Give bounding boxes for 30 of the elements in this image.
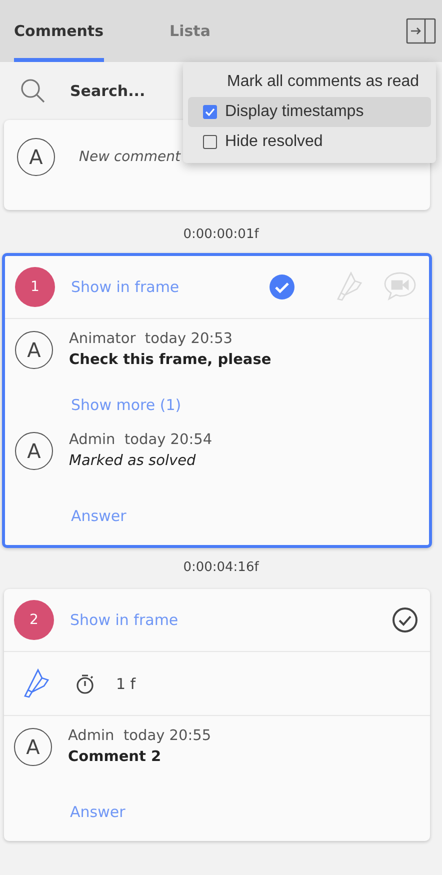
resolve-check-icon[interactable] xyxy=(392,607,418,633)
resolved-check-icon[interactable] xyxy=(269,274,295,300)
comment-meta: Admin today 20:55 xyxy=(68,728,212,744)
menu-item[interactable]: Display timestamps xyxy=(188,97,431,127)
comment-card[interactable]: 1 Show in frame A Animator today 20:53 Check this frame, please Show more (1) A Admin today 20:54 Marked as solved Answer xyxy=(2,253,432,548)
comment-meta: Admin today 20:54 xyxy=(69,432,212,448)
menu-item[interactable]: Mark all comments as read xyxy=(188,67,431,97)
user-avatar: A xyxy=(14,728,52,766)
comment-number: 2 xyxy=(14,600,54,640)
user-avatar: A xyxy=(17,138,55,176)
comment-text: Check this frame, please xyxy=(69,352,272,368)
menu-label: Display timestamps xyxy=(225,103,364,121)
stopwatch-icon xyxy=(76,674,94,694)
timestamp: 0:00:04:16f xyxy=(182,559,260,577)
timestamp: 0:00:00:01f xyxy=(182,226,260,244)
checkbox[interactable] xyxy=(203,105,217,119)
comment-text: Marked as solved xyxy=(69,453,197,469)
collapse-panel-icon[interactable] xyxy=(406,18,436,44)
user-avatar: A xyxy=(15,432,53,470)
user-avatar: A xyxy=(15,331,53,369)
comment-card[interactable]: 2 Show in frame 1 f A Admin today 20:55 Comment 2 Answer xyxy=(4,589,430,841)
search-icon xyxy=(20,78,46,104)
comment-meta: Animator today 20:53 xyxy=(69,331,234,347)
comment-text: Comment 2 xyxy=(68,749,162,765)
comment-number: 1 xyxy=(15,267,55,307)
checkbox[interactable] xyxy=(203,135,217,149)
menu-label: Hide resolved xyxy=(225,133,323,151)
duration-label: 1 f xyxy=(116,674,136,692)
tab[interactable]: Comments xyxy=(14,0,104,62)
menu-label: Mark all comments as read xyxy=(227,73,420,91)
